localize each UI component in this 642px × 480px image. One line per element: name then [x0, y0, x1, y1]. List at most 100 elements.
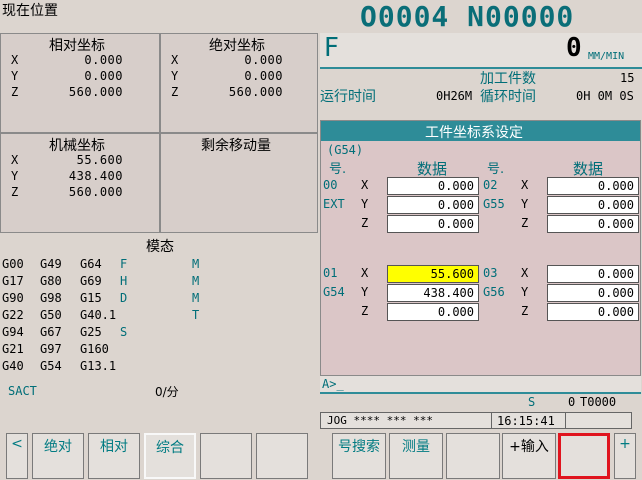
offset-axis-label: Z [521, 216, 529, 230]
mode-text: JOG **** *** *** [327, 414, 433, 427]
absolute-value-z: 560.000 [228, 85, 283, 99]
offset-value-field[interactable]: 55.600 [387, 265, 479, 283]
offset-value-field[interactable]: 0.000 [547, 303, 639, 321]
softkey-blank-3[interactable] [446, 433, 500, 479]
col-no-left: 号. [329, 162, 347, 177]
machine-value-z: 560.000 [68, 185, 123, 199]
modal-code: G50 [40, 308, 62, 322]
softkey-input-focused[interactable] [558, 433, 610, 479]
modal-code: G54 [40, 359, 62, 373]
offset-value-field[interactable]: 0.000 [547, 196, 639, 214]
feed-label: F [324, 33, 339, 63]
modal-code: G13.1 [80, 359, 117, 373]
mode-divider-2 [565, 413, 566, 428]
modal-code: M [192, 291, 200, 305]
offset-axis-label: Z [361, 304, 369, 318]
offset-axis-label: Y [361, 285, 369, 299]
offset-value-field[interactable]: 438.400 [387, 284, 479, 302]
softkey-blank-2[interactable] [256, 433, 308, 479]
offset-axis-label: Z [361, 216, 369, 230]
work-offset-title: 工件坐标系设定 [425, 125, 523, 141]
absolute-value-y: 0.000 [244, 69, 283, 83]
run-time-label: 运行时间 [320, 89, 376, 105]
machine-title: 机械坐标 [49, 138, 105, 154]
softkey-absolute[interactable]: 绝对 [32, 433, 84, 479]
softkey-blank-1[interactable] [200, 433, 252, 479]
softkey-plus-input[interactable]: +输入 [502, 433, 556, 479]
modal-code: G17 [2, 274, 24, 288]
parts-count-label: 加工件数 [480, 71, 536, 87]
softkey-number-search[interactable]: 号搜索 [332, 433, 386, 479]
offset-axis-label: X [361, 266, 369, 280]
modal-code: G64 [80, 257, 102, 271]
absolute-axis-z: Z [171, 85, 179, 99]
offset-group-code: G56 [483, 285, 505, 299]
relative-axis-x: X [11, 53, 19, 67]
softkey-relative[interactable]: 相对 [88, 433, 140, 479]
absolute-axis-y: Y [171, 69, 179, 83]
machine-value-y: 438.400 [68, 169, 123, 183]
modal-code: G00 [2, 257, 24, 271]
modal-code: G15 [80, 291, 102, 305]
modal-code: G80 [40, 274, 62, 288]
input-line[interactable]: A>_ [320, 376, 641, 394]
modal-code: M [192, 274, 200, 288]
modal-code: G160 [80, 342, 109, 356]
relative-value-x: 0.000 [84, 53, 123, 67]
col-no-right: 号. [487, 162, 505, 177]
relative-coordinates-panel: 相对坐标 X 0.000 Y 0.000 Z 560.000 [0, 33, 160, 133]
machine-axis-z: Z [11, 185, 19, 199]
cycle-time-label: 循环时间 [480, 89, 536, 105]
modal-code: G49 [40, 257, 62, 271]
parts-count-value: 15 [620, 71, 635, 85]
mode-bar: JOG **** *** *** 16:15:41 [320, 412, 632, 429]
remaining-title: 剩余移动量 [201, 138, 271, 154]
offset-axis-label: Y [521, 197, 529, 211]
machine-value-x: 55.600 [76, 153, 123, 167]
offset-value-field[interactable]: 0.000 [547, 284, 639, 302]
offset-group-code: EXT [323, 197, 345, 211]
softkey-overall[interactable]: 综合 [144, 433, 196, 479]
program-number: O0004 N00000 [360, 0, 575, 33]
cycle-time-value: 0H 0M 0S [576, 89, 634, 103]
modal-code: G21 [2, 342, 24, 356]
tool-number: T0000 [580, 395, 617, 409]
modal-code: G94 [2, 325, 24, 339]
offset-value-field[interactable]: 0.000 [387, 303, 479, 321]
feed-unit: MM/MIN [588, 51, 625, 62]
modal-code: H [120, 274, 128, 288]
absolute-coordinates-panel: 绝对坐标 X 0.000 Y 0.000 Z 560.000 [160, 33, 318, 133]
sact-label: SACT [8, 384, 37, 398]
feed-section: F 0 MM/MIN [320, 33, 642, 67]
spindle-value: 0 [568, 395, 576, 409]
softkey-prev[interactable]: < [6, 433, 28, 479]
sact-value: 0/分 [155, 385, 179, 399]
offset-axis-label: X [521, 266, 529, 280]
modal-code: T [192, 308, 200, 322]
offset-group-number: 03 [483, 266, 498, 280]
relative-axis-y: Y [11, 69, 19, 83]
offset-value-field[interactable]: 0.000 [387, 196, 479, 214]
relative-value-y: 0.000 [84, 69, 123, 83]
softkey-next[interactable]: + [614, 433, 636, 479]
offset-value-field[interactable]: 0.000 [547, 215, 639, 233]
modal-code: G90 [2, 291, 24, 305]
softkey-measure[interactable]: 测量 [389, 433, 443, 479]
modal-code: D [120, 291, 128, 305]
offset-group-number: 01 [323, 266, 338, 280]
offset-group-number: 00 [323, 178, 338, 192]
offset-value-field[interactable]: 0.000 [547, 177, 639, 195]
clock: 16:15:41 [497, 414, 555, 428]
relative-value-z: 560.000 [68, 85, 123, 99]
modal-code: S [120, 325, 128, 339]
modal-title: 模态 [146, 239, 174, 255]
feed-value: 0 [566, 33, 582, 63]
absolute-value-x: 0.000 [244, 53, 283, 67]
modal-code: G97 [40, 342, 62, 356]
offset-value-field[interactable]: 0.000 [387, 215, 479, 233]
offset-value-field[interactable]: 0.000 [387, 177, 479, 195]
offset-axis-label: Y [521, 285, 529, 299]
offset-value-field[interactable]: 0.000 [547, 265, 639, 283]
relative-axis-z: Z [11, 85, 19, 99]
offset-axis-label: Y [361, 197, 369, 211]
